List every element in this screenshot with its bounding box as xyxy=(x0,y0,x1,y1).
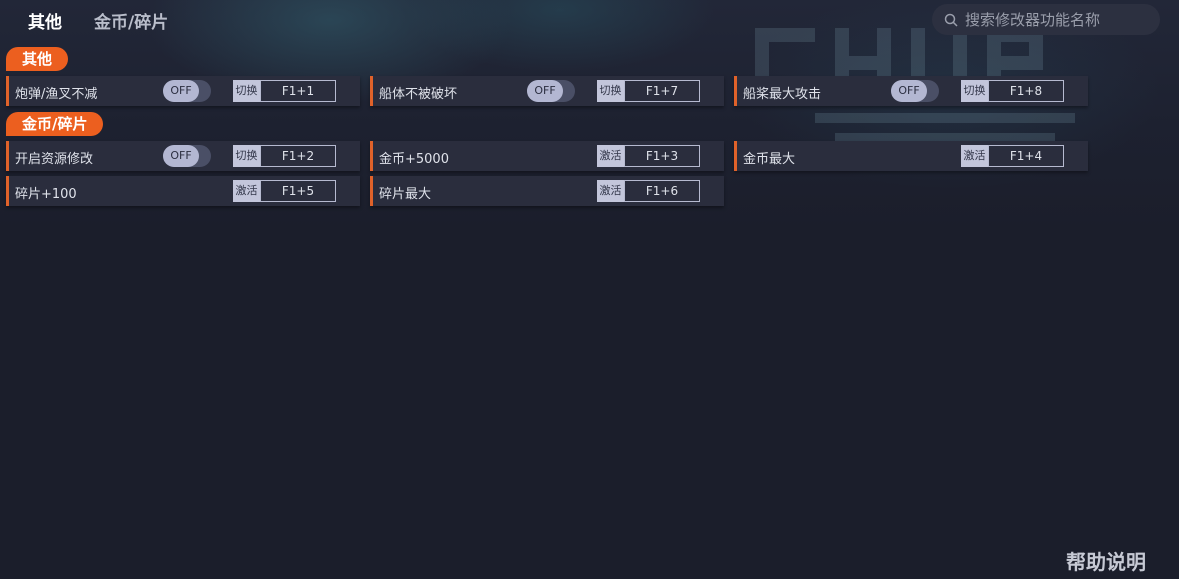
tab-coins-fragments[interactable]: 金币/碎片 xyxy=(94,8,168,33)
toggle-state: OFF xyxy=(891,80,927,102)
hotkey-field[interactable]: F1+7 xyxy=(624,80,700,102)
hotkey-field[interactable]: F1+3 xyxy=(624,145,700,167)
cheat-label: 金币最大 xyxy=(743,152,796,167)
hotkey-field[interactable]: F1+8 xyxy=(988,80,1064,102)
toggle-switch[interactable]: OFF xyxy=(163,80,211,102)
cheat-row: 金币最大 激活 F1+4 xyxy=(734,141,1088,171)
cheat-row: 碎片最大 激活 F1+6 xyxy=(370,176,724,206)
cheat-label: 开启资源修改 xyxy=(15,152,94,167)
hotkey-field[interactable]: F1+4 xyxy=(988,145,1064,167)
action-button[interactable]: 切换 xyxy=(597,80,624,102)
toggle-switch[interactable]: OFF xyxy=(527,80,575,102)
action-button[interactable]: 切换 xyxy=(233,80,260,102)
hotkey-field[interactable]: F1+2 xyxy=(260,145,336,167)
cheat-label: 金币+5000 xyxy=(379,152,449,167)
help-link[interactable]: 帮助说明 xyxy=(1066,546,1146,575)
cheat-row: 碎片+100 激活 F1+5 xyxy=(6,176,360,206)
cheat-label: 炮弹/渔叉不减 xyxy=(15,87,98,102)
search-box[interactable] xyxy=(932,4,1160,35)
hotkey-field[interactable]: F1+6 xyxy=(624,180,700,202)
section-title-other: 其他 xyxy=(6,47,69,71)
action-button[interactable]: 激活 xyxy=(597,145,624,167)
cheat-label: 碎片最大 xyxy=(379,187,432,202)
cheat-label: 船体不被破坏 xyxy=(379,87,458,102)
toggle-switch[interactable]: OFF xyxy=(163,145,211,167)
cheat-row: 开启资源修改 OFF 切换 F1+2 xyxy=(6,141,360,171)
cheat-row: 船桨最大攻击 OFF 切换 F1+8 xyxy=(734,76,1088,106)
cheat-label: 船桨最大攻击 xyxy=(743,87,822,102)
action-button[interactable]: 激活 xyxy=(961,145,988,167)
search-icon xyxy=(944,13,958,27)
cheat-row: 船体不被破坏 OFF 切换 F1+7 xyxy=(370,76,724,106)
top-navigation: 其他 金币/碎片 xyxy=(0,0,1179,38)
toggle-state: OFF xyxy=(163,145,199,167)
cheat-row: 炮弹/渔叉不减 OFF 切换 F1+1 xyxy=(6,76,360,106)
cheat-row: 金币+5000 激活 F1+3 xyxy=(370,141,724,171)
action-button[interactable]: 切换 xyxy=(233,145,260,167)
section-title-coins-fragments: 金币/碎片 xyxy=(6,112,104,136)
toggle-state: OFF xyxy=(527,80,563,102)
cheat-label: 碎片+100 xyxy=(15,187,77,202)
toggle-switch[interactable]: OFF xyxy=(891,80,939,102)
hotkey-field[interactable]: F1+5 xyxy=(260,180,336,202)
toggle-state: OFF xyxy=(163,80,199,102)
tab-other[interactable]: 其他 xyxy=(28,8,62,33)
search-input[interactable] xyxy=(965,10,1145,29)
action-button[interactable]: 激活 xyxy=(597,180,624,202)
action-button[interactable]: 激活 xyxy=(233,180,260,202)
action-button[interactable]: 切换 xyxy=(961,80,988,102)
hotkey-field[interactable]: F1+1 xyxy=(260,80,336,102)
